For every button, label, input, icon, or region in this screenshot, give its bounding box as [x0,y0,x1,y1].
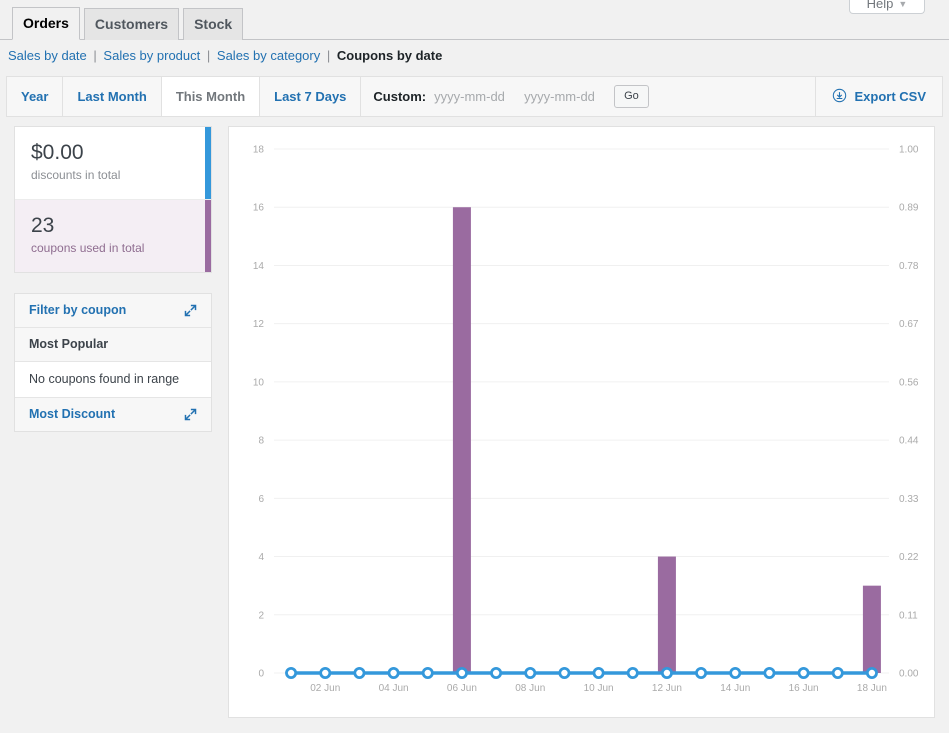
chart-point[interactable] [628,668,637,677]
chart-point[interactable] [662,668,671,677]
stat-coupons-label: coupons used in total [31,240,195,257]
y-axis-right-tick: 0.22 [899,552,919,563]
y-axis-right-tick: 0.78 [899,261,919,272]
most-popular-label: Most Popular [29,337,108,351]
x-axis-tick: 14 Jun [720,683,750,694]
y-axis-left-tick: 8 [258,436,264,447]
chart-point[interactable] [731,668,740,677]
stat-coupons-value: 23 [31,213,195,239]
y-axis-right-tick: 0.89 [899,203,919,214]
stat-coupons-used-in-total[interactable]: 23 coupons used in total [15,200,211,272]
y-axis-right-tick: 0.11 [899,610,918,621]
custom-date-from-input[interactable] [434,89,516,104]
chart-point[interactable] [389,668,398,677]
y-axis-left-tick: 2 [258,610,264,621]
chart-point[interactable] [457,668,466,677]
y-axis-left-tick: 10 [253,377,265,388]
subnav-separator-1: | [90,48,99,63]
y-axis-left-tick: 12 [253,319,265,330]
x-axis-tick: 10 Jun [584,683,614,694]
x-axis-tick: 02 Jun [310,683,340,694]
chart-point[interactable] [867,668,876,677]
download-circle-icon [832,88,847,106]
tab-stock[interactable]: Stock [183,8,243,40]
coupon-filter-box: Filter by coupon Most Popular No coupons… [14,293,212,432]
stat-discounts-value: $0.00 [31,140,195,166]
y-axis-left-tick: 4 [258,552,264,563]
expand-diagonal-icon[interactable] [184,304,197,317]
subnav-sales-by-product[interactable]: Sales by product [103,48,200,63]
subnav-separator-3: | [324,48,333,63]
stat-discounts-in-total[interactable]: $0.00 discounts in total [15,127,211,200]
stat-discounts-accent-bar [205,127,211,199]
report-nav-tabs: Orders Customers Stock [0,4,949,40]
y-axis-right-tick: 0.00 [899,669,919,680]
chart-point[interactable] [799,668,808,677]
y-axis-right-tick: 0.67 [899,319,919,330]
report-subnav: Sales by date | Sales by product | Sales… [8,47,442,65]
range-last-month[interactable]: Last Month [63,77,161,116]
custom-range-label: Custom: [373,89,426,104]
stat-coupons-accent-bar [205,200,211,272]
chart-bar[interactable] [658,557,676,673]
subnav-sales-by-date[interactable]: Sales by date [8,48,87,63]
chart-bar[interactable] [863,586,881,673]
most-discount-label: Most Discount [29,407,115,421]
y-axis-left-tick: 6 [258,494,264,505]
report-sidebar: $0.00 discounts in total 23 coupons used… [14,126,212,432]
subnav-coupons-by-date-current: Coupons by date [337,48,442,63]
x-axis-tick: 08 Jun [515,683,545,694]
most-popular-empty-message: No coupons found in range [15,362,211,398]
chart-point[interactable] [594,668,603,677]
most-popular-header: Most Popular [15,328,211,362]
y-axis-left-tick: 18 [253,145,265,156]
chart-point[interactable] [491,668,500,677]
range-year[interactable]: Year [7,77,63,116]
custom-range-group: Custom: Go [361,77,816,116]
x-axis-tick: 04 Jun [379,683,409,694]
report-content: $0.00 discounts in total 23 coupons used… [6,126,943,724]
coupons-chart-panel: 0 2 4 6 8 10 12 14 16 18 0.00 0.11 0.22 0.33 0.44 0.56 0… [228,126,935,718]
tab-customers[interactable]: Customers [84,8,179,40]
chart-point[interactable] [526,668,535,677]
chart-point[interactable] [696,668,705,677]
y-axis-left-tick: 14 [253,261,265,272]
x-axis-tick: 18 Jun [857,683,887,694]
y-axis-right-tick: 0.56 [899,377,919,388]
chart-bar[interactable] [453,207,471,673]
chart-point[interactable] [423,668,432,677]
x-axis-tick: 16 Jun [789,683,819,694]
chart-point[interactable] [765,668,774,677]
filter-by-coupon-section[interactable]: Filter by coupon [15,294,211,328]
x-axis-tick: 06 Jun [447,683,477,694]
export-csv-label: Export CSV [854,89,926,104]
range-this-month[interactable]: This Month [162,77,260,116]
range-last-7-days[interactable]: Last 7 Days [260,77,361,116]
y-axis-left-tick: 0 [258,669,264,680]
y-axis-right-tick: 1.00 [899,145,919,156]
chart-point[interactable] [321,668,330,677]
chart-point[interactable] [355,668,364,677]
filter-by-coupon-label: Filter by coupon [29,303,126,317]
y-axis-right-tick: 0.33 [899,494,919,505]
most-discount-section[interactable]: Most Discount [15,398,211,431]
y-axis-left-tick: 16 [253,203,265,214]
export-csv-button[interactable]: Export CSV [816,77,942,116]
custom-date-to-input[interactable] [524,89,606,104]
subnav-separator-2: | [204,48,213,63]
coupons-chart[interactable]: 0 2 4 6 8 10 12 14 16 18 0.00 0.11 0.22 0.33 0.44 0.56 0… [229,127,934,717]
chart-point[interactable] [833,668,842,677]
subnav-sales-by-category[interactable]: Sales by category [217,48,320,63]
summary-stats-box: $0.00 discounts in total 23 coupons used… [14,126,212,273]
date-range-toolbar: Year Last Month This Month Last 7 Days C… [6,76,943,117]
expand-diagonal-icon[interactable] [184,408,197,421]
chart-point[interactable] [286,668,295,677]
stat-discounts-label: discounts in total [31,167,195,184]
tab-orders[interactable]: Orders [12,7,80,40]
x-axis-tick: 12 Jun [652,683,682,694]
go-button[interactable]: Go [614,85,649,108]
y-axis-right-tick: 0.44 [899,436,919,447]
chart-point[interactable] [560,668,569,677]
